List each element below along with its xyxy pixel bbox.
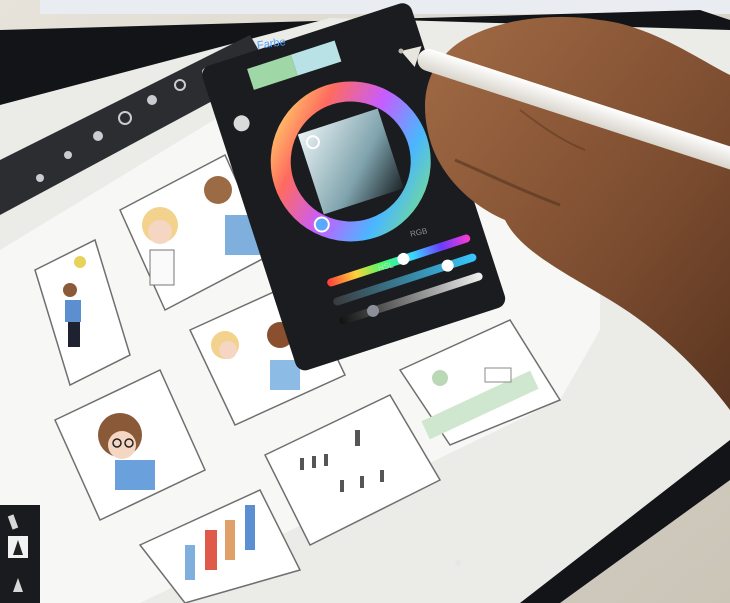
photo-scene: Farbe RGB HSL	[0, 0, 730, 603]
home-indicator	[455, 560, 461, 566]
